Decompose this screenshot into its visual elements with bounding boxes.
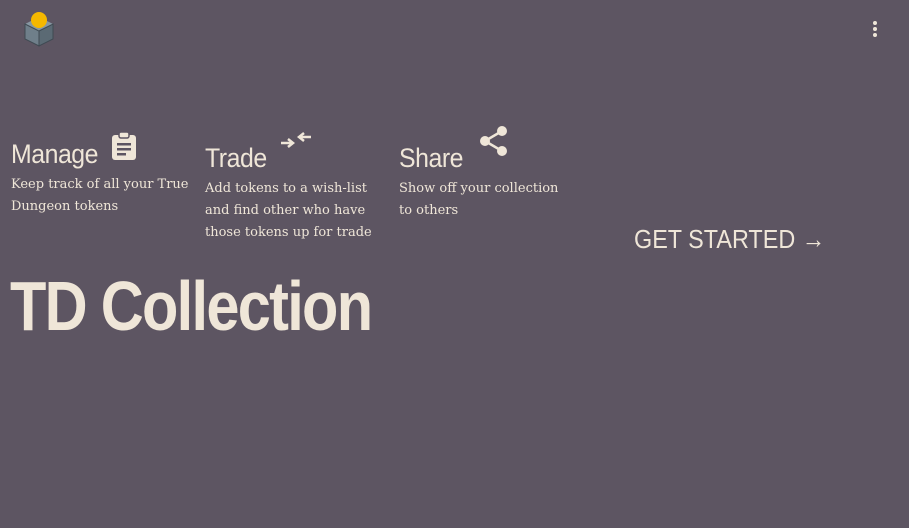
page-title: TD Collection [10, 267, 373, 345]
feature-trade-heading: Trade [205, 128, 385, 172]
share-icon [479, 125, 509, 162]
feature-title: Trade [205, 143, 267, 173]
get-started-link[interactable]: GET STARTED → [634, 224, 825, 255]
feature-title: Manage [11, 139, 99, 169]
feature-manage-heading: Manage [11, 128, 191, 168]
feature-description: Add tokens to a wish-list and find other… [205, 181, 372, 240]
feature-manage: Manage Keep track of all your True Dunge… [11, 128, 191, 218]
feature-trade: Trade Add tokens to a wish-list and find… [205, 128, 385, 244]
feature-share: Share Show off your collection to others [399, 125, 579, 222]
swap-arrows-icon [280, 129, 312, 158]
more-vertical-icon [873, 21, 877, 37]
clipboard-icon [110, 131, 138, 166]
cube-logo-icon[interactable] [22, 10, 56, 48]
feature-description: Show off your collection to others [399, 181, 559, 218]
top-bar [0, 0, 909, 60]
feature-description: Keep track of all your True Dungeon toke… [11, 177, 189, 214]
feature-share-heading: Share [399, 125, 579, 173]
more-menu-button[interactable] [862, 16, 888, 42]
feature-title: Share [399, 143, 463, 173]
